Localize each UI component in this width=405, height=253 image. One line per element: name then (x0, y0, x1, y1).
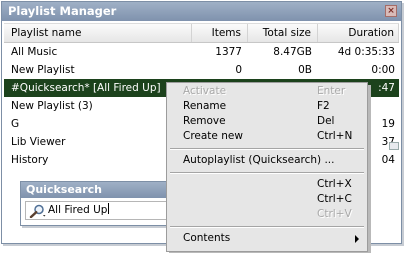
row-duration: 0:00 (371, 64, 395, 76)
menu-item-copy[interactable]: Ctrl+C (167, 192, 367, 207)
menu-item-shortcut: Ctrl+V (317, 208, 352, 220)
column-header-name[interactable]: Playlist name (4, 24, 192, 42)
menu-separator (170, 172, 364, 174)
menu-item-label: Remove (183, 115, 226, 127)
row-size: 8.47GB (273, 46, 312, 58)
menu-item-shortcut: Ctrl+C (317, 193, 352, 205)
menu-item-autoplaylist[interactable]: Autoplaylist (Quicksearch) ... (167, 153, 367, 168)
menu-item-activate[interactable]: Activate Enter (167, 84, 367, 99)
row-name: New Playlist (3) (11, 100, 93, 112)
menu-item-label: Contents (183, 232, 231, 244)
menu-separator (170, 148, 364, 150)
row-name: G (11, 118, 20, 130)
menu-item-remove[interactable]: Remove Del (167, 114, 367, 129)
row-size: 0B (298, 64, 312, 76)
window-titlebar[interactable]: Playlist Manager × (2, 2, 401, 21)
menu-item-rename[interactable]: Rename F2 (167, 99, 367, 114)
row-duration: 4d 0:35:33 (337, 46, 395, 58)
menu-item-label: Activate (183, 85, 227, 97)
text-caret (108, 203, 110, 214)
row-name: Lib Viewer (11, 136, 66, 148)
menu-item-contents[interactable]: Contents (167, 231, 367, 246)
row-name: History (11, 154, 49, 166)
column-header-items[interactable]: Items (192, 24, 248, 42)
column-header: Playlist name Items Total size Duration (4, 23, 399, 43)
window-title: Playlist Manager (8, 4, 117, 18)
table-row[interactable]: All Music 1377 8.47GB 4d 0:35:33 (4, 43, 399, 61)
menu-item-shortcut: Del (317, 115, 335, 127)
menu-item-shortcut: Ctrl+N (317, 130, 353, 142)
quicksearch-title: Quicksearch (26, 183, 102, 196)
menu-item-label: Autoplaylist (Quicksearch) ... (183, 154, 335, 166)
menu-item-paste[interactable]: Ctrl+V (167, 207, 367, 222)
menu-item-shortcut: Enter (317, 85, 346, 97)
menu-separator (170, 226, 364, 228)
search-input-value: All Fired Up (48, 204, 108, 216)
column-header-duration[interactable]: Duration (318, 24, 399, 42)
row-name: #Quicksearch* [All Fired Up] (11, 82, 161, 94)
table-row[interactable]: New Playlist 0 0B 0:00 (4, 61, 399, 79)
menu-item-label: Rename (183, 100, 227, 112)
row-name: All Music (11, 46, 58, 58)
menu-item-label: Create new (183, 130, 243, 142)
close-icon[interactable]: × (385, 5, 397, 17)
scrollbar-grip[interactable] (389, 142, 399, 150)
row-items: 0 (235, 64, 242, 76)
submenu-arrow-icon (355, 235, 359, 243)
menu-item-shortcut: Ctrl+X (317, 178, 352, 190)
context-menu: Activate Enter Rename F2 Remove Del Crea… (166, 82, 368, 252)
row-items: 1377 (215, 46, 242, 58)
menu-item-cut[interactable]: Ctrl+X (167, 177, 367, 192)
row-name: New Playlist (11, 64, 75, 76)
menu-item-create-new[interactable]: Create new Ctrl+N (167, 129, 367, 144)
column-header-size[interactable]: Total size (248, 24, 318, 42)
menu-item-shortcut: F2 (317, 100, 330, 112)
search-icon[interactable] (29, 204, 46, 218)
